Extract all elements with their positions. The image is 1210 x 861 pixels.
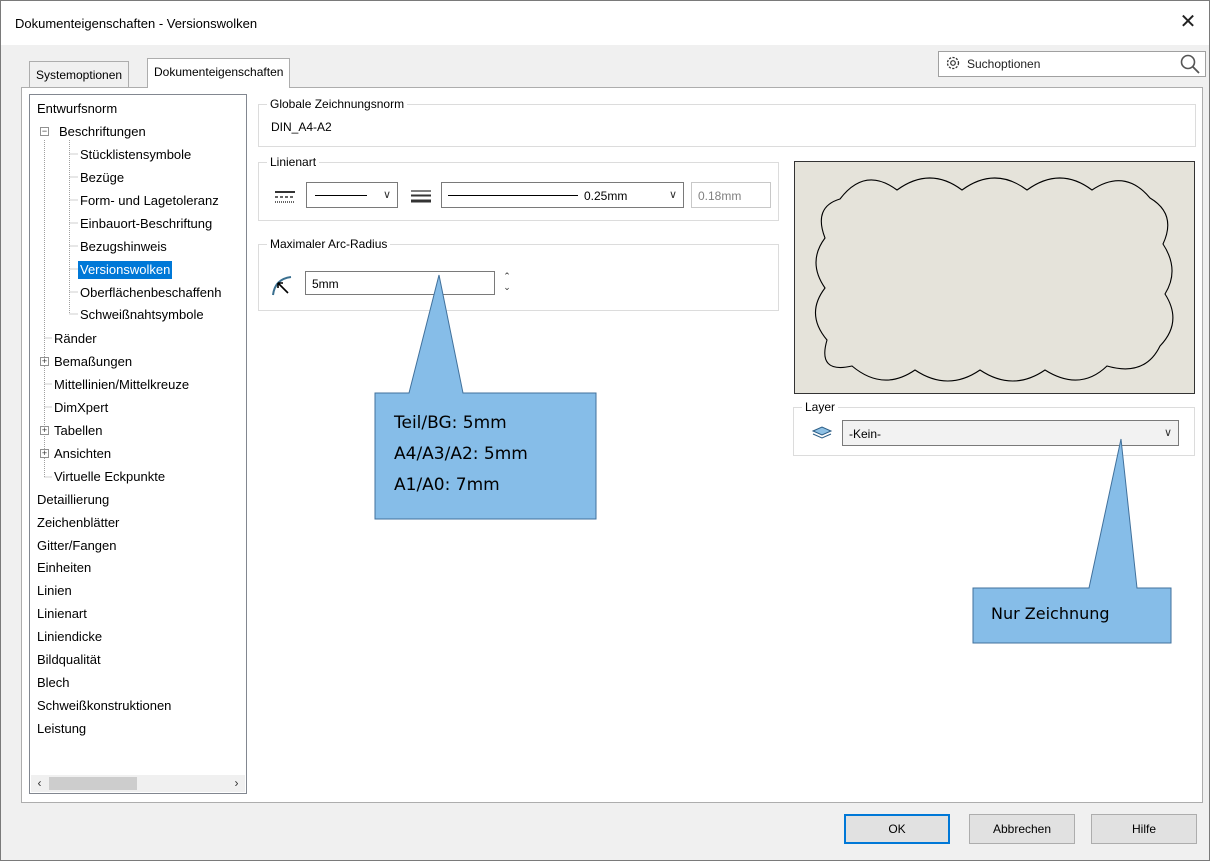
callout-left-text: Teil/BG: 5mm A4/A3/A2: 5mm A1/A0: 7mm <box>394 408 528 501</box>
dialog-window: Dokumenteigenschaften - Versionswolken ✕… <box>0 0 1210 861</box>
tab-label: Dokumenteigenschaften <box>154 65 284 79</box>
callout-left-line: A4/A3/A2: 5mm <box>394 444 528 464</box>
callout-left-line: A1/A0: 7mm <box>394 475 500 495</box>
tab-dokumenteigenschaften[interactable]: Dokumenteigenschaften <box>147 58 291 88</box>
callout-left-line: Teil/BG: 5mm <box>394 413 507 433</box>
callout-right-text: Nur Zeichnung <box>991 604 1110 623</box>
callout-shapes <box>374 274 1172 644</box>
